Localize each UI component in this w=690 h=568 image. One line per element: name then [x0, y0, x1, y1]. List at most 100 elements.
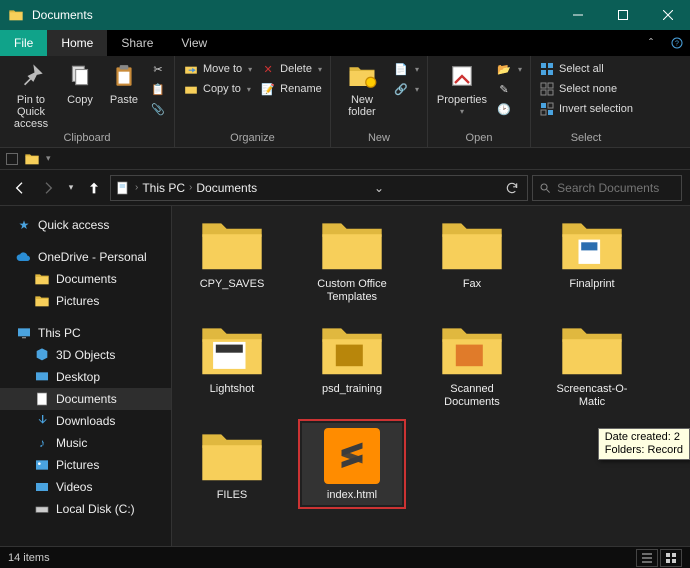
cut-icon: ✂ [150, 61, 166, 77]
easy-access-icon: 🔗 [393, 81, 409, 97]
status-bar: 14 items [0, 546, 690, 568]
group-new: New folder 📄▾ 🔗▾ New [331, 56, 428, 147]
sidebar-onedrive[interactable]: OneDrive - Personal [0, 246, 171, 268]
ribbon-tabs: File Home Share View ˆ ? [0, 30, 690, 56]
open-button[interactable]: 📂▾ [494, 60, 524, 78]
folder-icon [8, 7, 24, 23]
titlebar[interactable]: Documents [0, 0, 690, 30]
pc-icon [16, 325, 32, 341]
ribbon: Pin to Quick access Copy Paste ✂ 📋 📎 Cli… [0, 56, 690, 148]
chevron-right-icon[interactable]: › [135, 182, 138, 193]
open-icon: 📂 [496, 61, 512, 77]
folder-icon [34, 293, 50, 309]
documents-icon [115, 180, 131, 196]
ribbon-collapse-button[interactable]: ˆ [638, 30, 664, 56]
folder-item[interactable]: psd_training [302, 317, 402, 412]
history-button[interactable]: 🕑 [494, 100, 524, 118]
sidebar-downloads[interactable]: Downloads [0, 410, 171, 432]
sidebar-pictures[interactable]: Pictures [0, 454, 171, 476]
desktop-icon [34, 369, 50, 385]
details-view-button[interactable] [636, 549, 658, 567]
up-button[interactable] [82, 176, 106, 200]
3d-objects-icon [34, 347, 50, 363]
properties-button[interactable]: Properties ▾ [434, 60, 490, 117]
search-box[interactable] [532, 175, 682, 201]
folder-item[interactable]: Custom Office Templates [302, 212, 402, 307]
rename-button[interactable]: 📝Rename [258, 80, 324, 98]
copy-path-icon: 📋 [150, 81, 166, 97]
new-item-button[interactable]: 📄▾ [391, 60, 421, 78]
cut-button[interactable]: ✂ [148, 60, 168, 78]
search-input[interactable] [557, 181, 675, 195]
folder-item[interactable]: Scanned Documents [422, 317, 522, 412]
qat-dropdown[interactable]: ▾ [46, 153, 51, 164]
properties-icon [446, 60, 478, 92]
sidebar-onedrive-documents[interactable]: Documents [0, 268, 171, 290]
address-dropdown-button[interactable]: ⌄ [368, 181, 390, 195]
sublime-text-icon [324, 428, 380, 484]
folder-item[interactable]: Lightshot [182, 317, 282, 412]
copy-path-button[interactable]: 📋 [148, 80, 168, 98]
thumbnails-view-button[interactable] [660, 549, 682, 567]
move-to-button[interactable]: Move to▾ [181, 60, 254, 78]
folder-item[interactable]: Screencast-O-Matic [542, 317, 642, 412]
navigation-bar: ▾ › This PC › Documents ⌄ [0, 170, 690, 206]
navigation-pane: ★Quick access OneDrive - Personal Docume… [0, 206, 172, 546]
back-button[interactable] [8, 176, 32, 200]
folder-item[interactable]: Finalprint [542, 212, 642, 307]
folder-item[interactable]: Fax [422, 212, 522, 307]
tab-file[interactable]: File [0, 30, 47, 56]
invert-selection-button[interactable]: Invert selection [537, 100, 635, 118]
new-folder-button[interactable]: New folder [337, 60, 387, 118]
breadcrumb-this-pc[interactable]: This PC [142, 181, 185, 195]
delete-button[interactable]: ✕Delete▾ [258, 60, 324, 78]
move-to-icon [183, 61, 199, 77]
item-count: 14 items [8, 552, 50, 564]
tab-home[interactable]: Home [47, 30, 107, 56]
folder-item[interactable]: FILES [182, 423, 282, 506]
documents-icon [34, 391, 50, 407]
select-none-button[interactable]: Select none [537, 80, 635, 98]
breadcrumb-documents[interactable]: Documents [196, 181, 257, 195]
forward-button[interactable] [36, 176, 60, 200]
sidebar-local-disk[interactable]: Local Disk (C:) [0, 498, 171, 520]
recent-locations-button[interactable]: ▾ [64, 176, 78, 200]
file-item-selected[interactable]: index.html [302, 423, 402, 506]
rename-icon: 📝 [260, 81, 276, 97]
help-button[interactable]: ? [664, 30, 690, 56]
close-button[interactable] [645, 0, 690, 30]
easy-access-button[interactable]: 🔗▾ [391, 80, 421, 98]
select-none-icon [539, 81, 555, 97]
edit-button[interactable]: ✎ [494, 80, 524, 98]
group-organize: Move to▾ Copy to▾ ✕Delete▾ 📝Rename Organ… [175, 56, 331, 147]
paste-button[interactable]: Paste [104, 60, 144, 106]
delete-icon: ✕ [260, 61, 276, 77]
folder-item[interactable]: CPY_SAVES [182, 212, 282, 307]
window-title: Documents [32, 8, 555, 22]
folder-icon [34, 271, 50, 287]
file-list[interactable]: CPY_SAVES Custom Office Templates Fax Fi… [172, 206, 690, 546]
sidebar-onedrive-pictures[interactable]: Pictures [0, 290, 171, 312]
tab-share[interactable]: Share [107, 30, 167, 56]
group-label: Open [434, 130, 524, 147]
sidebar-music[interactable]: ♪Music [0, 432, 171, 454]
copy-to-button[interactable]: Copy to▾ [181, 80, 254, 98]
paste-shortcut-button[interactable]: 📎 [148, 100, 168, 118]
sidebar-desktop[interactable]: Desktop [0, 366, 171, 388]
refresh-button[interactable] [501, 181, 523, 195]
sidebar-3d-objects[interactable]: 3D Objects [0, 344, 171, 366]
select-all-button[interactable]: Select all [537, 60, 635, 78]
select-all-checkbox[interactable] [6, 153, 18, 165]
group-label: Organize [181, 130, 324, 147]
sidebar-this-pc[interactable]: This PC [0, 322, 171, 344]
maximize-button[interactable] [600, 0, 645, 30]
pin-to-quick-access-button[interactable]: Pin to Quick access [6, 60, 56, 130]
tab-view[interactable]: View [167, 30, 221, 56]
address-bar[interactable]: › This PC › Documents ⌄ [110, 175, 528, 201]
minimize-button[interactable] [555, 0, 600, 30]
sidebar-quick-access[interactable]: ★Quick access [0, 214, 171, 236]
copy-button[interactable]: Copy [60, 60, 100, 106]
sidebar-documents[interactable]: Documents [0, 388, 171, 410]
chevron-right-icon[interactable]: › [189, 182, 192, 193]
sidebar-videos[interactable]: Videos [0, 476, 171, 498]
